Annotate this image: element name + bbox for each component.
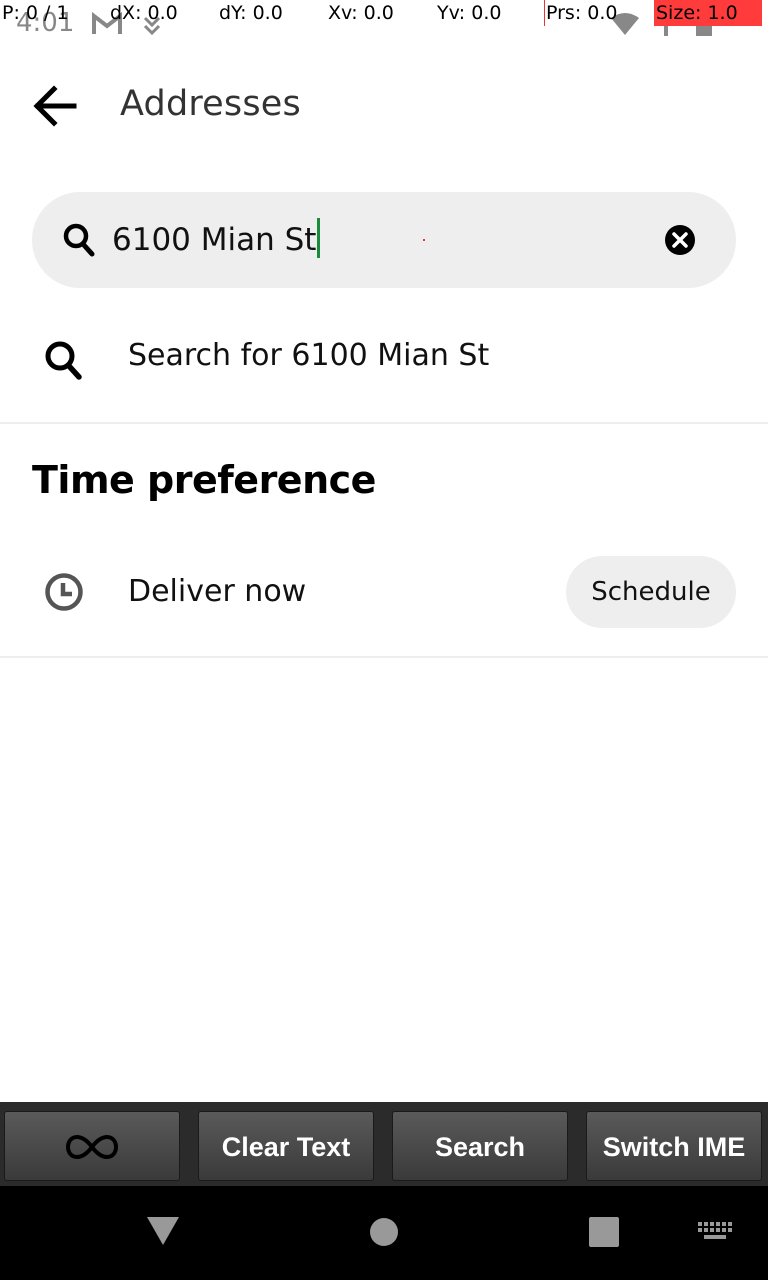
switch-ime-button[interactable]: Switch IME: [586, 1111, 762, 1181]
clock-icon: [44, 572, 84, 617]
close-circle-icon: [665, 225, 695, 255]
search-input[interactable]: 6100 Mian St: [112, 218, 321, 258]
debug-dx: dX: 0.0: [110, 2, 178, 24]
touch-indicator: [423, 239, 425, 241]
search-suggestion-row[interactable]: Search for 6100 Mian St: [0, 312, 768, 422]
text-caret: [317, 218, 321, 258]
debug-dy: dY: 0.0: [219, 2, 283, 24]
divider: [0, 422, 768, 424]
debug-pressure: Prs: 0.0: [546, 2, 618, 24]
recents-nav-button[interactable]: [589, 1217, 619, 1252]
section-title-time-preference: Time preference: [32, 458, 376, 502]
time-preference-row: Deliver now Schedule: [0, 540, 768, 644]
arrow-left-icon: [33, 85, 77, 127]
search-suggestion-label: Search for 6100 Mian St: [128, 338, 490, 373]
page-title: Addresses: [120, 84, 301, 124]
navigation-bar: [0, 1186, 768, 1280]
header: Addresses: [0, 60, 768, 150]
debug-size: Size: 1.0: [654, 0, 762, 26]
debug-xv: Xv: 0.0: [328, 2, 394, 24]
infinity-button[interactable]: [4, 1111, 180, 1181]
home-nav-button[interactable]: [369, 1217, 399, 1252]
keyboard-icon: [698, 1222, 732, 1239]
home-circle-icon: [370, 1218, 398, 1246]
keyboard-nav-button[interactable]: [698, 1222, 732, 1247]
search-field[interactable]: 6100 Mian St: [32, 192, 736, 288]
search-icon: [62, 222, 96, 263]
clear-text-button[interactable]: Clear Text: [198, 1111, 374, 1181]
search-input-value: 6100 Mian St: [112, 222, 317, 258]
search-icon: [44, 340, 84, 387]
ime-toolbar: Clear Text Search Switch IME: [0, 1102, 768, 1186]
pointer-debug-overlay: P: 0 / 1 dX: 0.0 dY: 0.0 Xv: 0.0 Yv: 0.0…: [0, 0, 768, 26]
schedule-button[interactable]: Schedule: [566, 556, 736, 628]
clear-search-button[interactable]: [664, 224, 696, 256]
back-nav-button[interactable]: [146, 1216, 180, 1251]
triangle-back-icon: [147, 1217, 179, 1245]
recents-square-icon: [589, 1217, 619, 1247]
divider: [0, 656, 768, 658]
debug-yv: Yv: 0.0: [437, 2, 502, 24]
deliver-now-label: Deliver now: [128, 574, 307, 609]
debug-pointer-count: P: 0 / 1: [2, 2, 69, 24]
debug-divider: [544, 0, 545, 26]
infinity-icon: [65, 1134, 119, 1160]
search-button[interactable]: Search: [392, 1111, 568, 1181]
back-button[interactable]: [30, 84, 82, 128]
